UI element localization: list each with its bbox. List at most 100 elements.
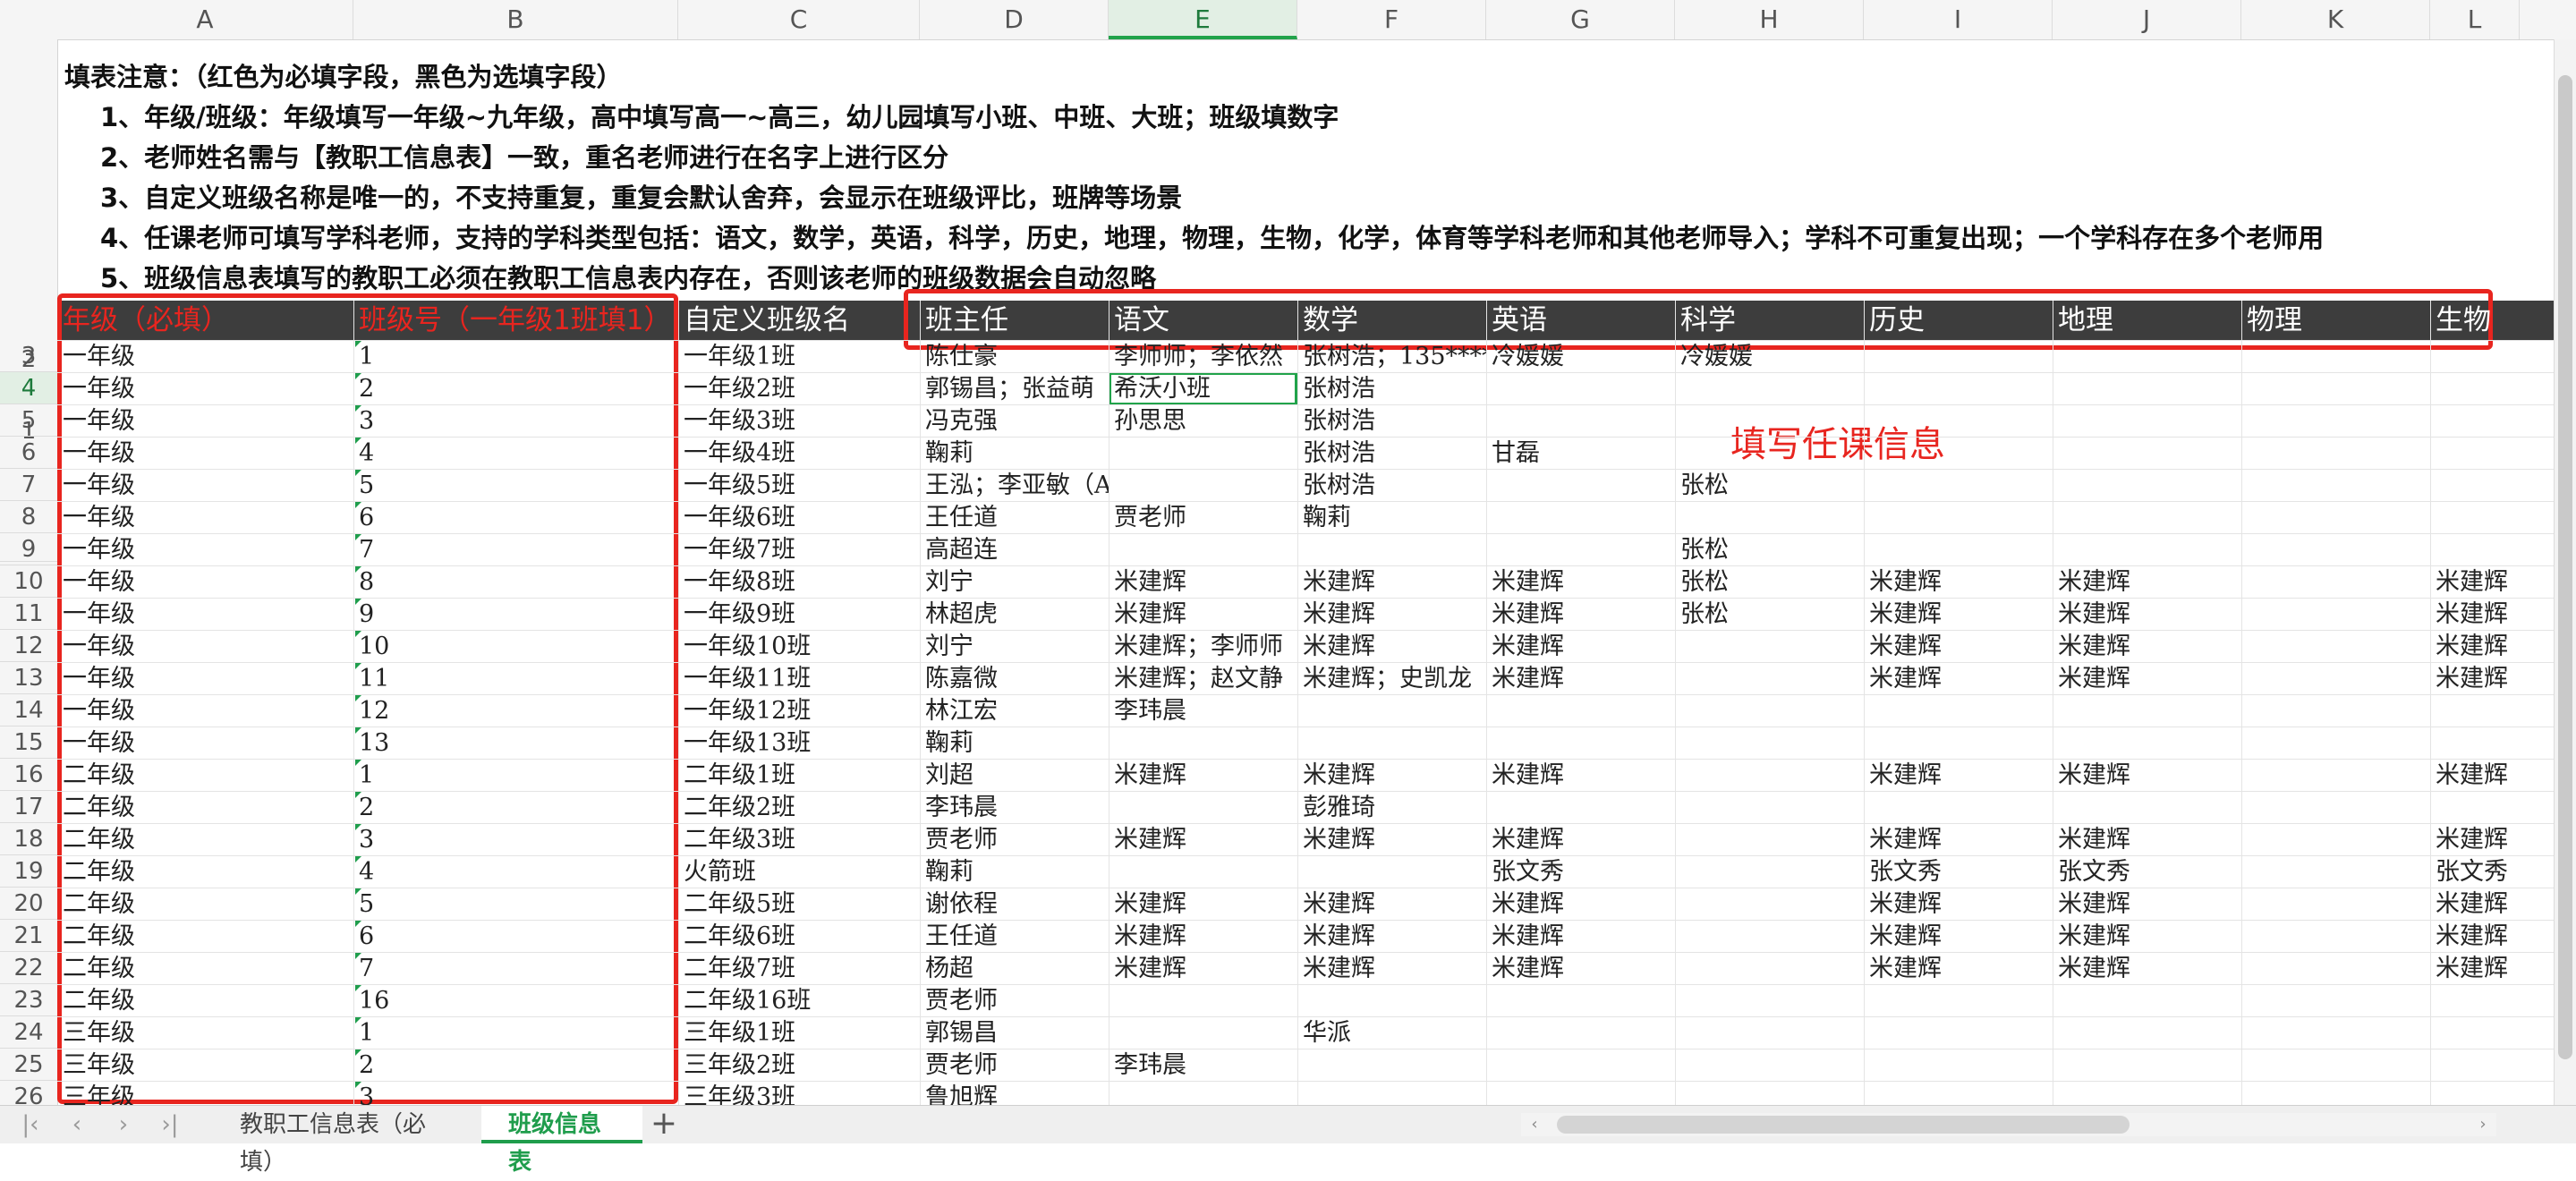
column-header-c[interactable]: C (678, 0, 920, 39)
cell-i15[interactable] (1864, 726, 2053, 759)
cell-j3[interactable] (2053, 340, 2241, 372)
cell-f22[interactable]: 米建辉 (1297, 952, 1486, 984)
cell-j21[interactable]: 米建辉 (2053, 920, 2241, 952)
cell-l12[interactable]: 米建辉 (2430, 630, 2520, 662)
vertical-scrollbar[interactable] (2554, 39, 2576, 1105)
cell-h8[interactable] (1675, 501, 1864, 533)
cell-l15[interactable] (2430, 726, 2520, 759)
cell-c22[interactable]: 二年级7班 (678, 952, 920, 984)
cell-a20[interactable]: 二年级 (57, 888, 353, 920)
cell-e17[interactable] (1109, 791, 1297, 823)
cell-b25[interactable]: 2 (353, 1049, 678, 1081)
cell-l22[interactable]: 米建辉 (2430, 952, 2520, 984)
cell-i25[interactable] (1864, 1049, 2053, 1081)
cell-f18[interactable]: 米建辉 (1297, 823, 1486, 855)
cell-k19[interactable] (2241, 855, 2430, 888)
cell-c14[interactable]: 一年级12班 (678, 694, 920, 726)
cell-b20[interactable]: 5 (353, 888, 678, 920)
cell-j20[interactable]: 米建辉 (2053, 888, 2241, 920)
cell-b10[interactable]: 8 (353, 565, 678, 598)
cell-l13[interactable]: 米建辉 (2430, 662, 2520, 694)
cell-c15[interactable]: 一年级13班 (678, 726, 920, 759)
cell-b17[interactable]: 2 (353, 791, 678, 823)
cell-f12[interactable]: 米建辉 (1297, 630, 1486, 662)
cell-j22[interactable]: 米建辉 (2053, 952, 2241, 984)
cell-h6[interactable] (1675, 437, 1864, 469)
cell-d26[interactable]: 鲁旭辉 (920, 1081, 1109, 1105)
cell-e13[interactable]: 米建辉；赵文静 (1109, 662, 1297, 694)
header-cell[interactable]: 科学 (1675, 301, 1864, 340)
cell-e23[interactable] (1109, 984, 1297, 1016)
cell-j23[interactable] (2053, 984, 2241, 1016)
cell-f15[interactable] (1297, 726, 1486, 759)
row-header-20[interactable]: 20 (0, 888, 57, 920)
cell-c13[interactable]: 一年级11班 (678, 662, 920, 694)
cell-l11[interactable]: 米建辉 (2430, 598, 2520, 630)
cell-a7[interactable]: 一年级 (57, 469, 353, 501)
cell-i3[interactable] (1864, 340, 2053, 372)
cell-e9[interactable] (1109, 533, 1297, 565)
cell-d12[interactable]: 刘宁 (920, 630, 1109, 662)
cell-b4[interactable]: 2 (353, 372, 678, 404)
cell-f16[interactable]: 米建辉 (1297, 759, 1486, 791)
row-header-25[interactable]: 25 (0, 1049, 57, 1081)
cell-k24[interactable] (2241, 1016, 2430, 1049)
cell-e19[interactable] (1109, 855, 1297, 888)
horizontal-scroll-thumb[interactable] (1557, 1116, 2130, 1134)
cell-i10[interactable]: 米建辉 (1864, 565, 2053, 598)
cell-k4[interactable] (2241, 372, 2430, 404)
cell-f10[interactable]: 米建辉 (1297, 565, 1486, 598)
cell-f5[interactable]: 张树浩 (1297, 404, 1486, 437)
cell-k23[interactable] (2241, 984, 2430, 1016)
cell-b7[interactable]: 5 (353, 469, 678, 501)
cell-h17[interactable] (1675, 791, 1864, 823)
cell-i17[interactable] (1864, 791, 2053, 823)
cell-k17[interactable] (2241, 791, 2430, 823)
cell-j25[interactable] (2053, 1049, 2241, 1081)
cell-a24[interactable]: 三年级 (57, 1016, 353, 1049)
cell-l19[interactable]: 张文秀 (2430, 855, 2520, 888)
cell-e21[interactable]: 米建辉 (1109, 920, 1297, 952)
cell-k8[interactable] (2241, 501, 2430, 533)
cell-f21[interactable]: 米建辉 (1297, 920, 1486, 952)
cell-b11[interactable]: 9 (353, 598, 678, 630)
cell-i14[interactable] (1864, 694, 2053, 726)
cell-c10[interactable]: 一年级8班 (678, 565, 920, 598)
cell-f4[interactable]: 张树浩 (1297, 372, 1486, 404)
cell-h9[interactable]: 张松 (1675, 533, 1864, 565)
cell-c21[interactable]: 二年级6班 (678, 920, 920, 952)
cell-a13[interactable]: 一年级 (57, 662, 353, 694)
cell-h20[interactable] (1675, 888, 1864, 920)
cell-i18[interactable]: 米建辉 (1864, 823, 2053, 855)
cell-l17[interactable] (2430, 791, 2520, 823)
cell-g25[interactable] (1486, 1049, 1675, 1081)
cell-i20[interactable]: 米建辉 (1864, 888, 2053, 920)
cell-a8[interactable]: 一年级 (57, 501, 353, 533)
cell-a18[interactable]: 二年级 (57, 823, 353, 855)
cell-e20[interactable]: 米建辉 (1109, 888, 1297, 920)
row-header-6[interactable]: 6 (0, 437, 57, 469)
cell-h25[interactable] (1675, 1049, 1864, 1081)
cell-c6[interactable]: 一年级4班 (678, 437, 920, 469)
cell-a11[interactable]: 一年级 (57, 598, 353, 630)
cell-l26[interactable] (2430, 1081, 2520, 1105)
row-header-18[interactable]: 18 (0, 823, 57, 855)
cell-k16[interactable] (2241, 759, 2430, 791)
row-header-10[interactable]: 10 (0, 565, 57, 598)
cell-l14[interactable] (2430, 694, 2520, 726)
cell-l21[interactable]: 米建辉 (2430, 920, 2520, 952)
cell-d4[interactable]: 郭锡昌；张益萌 (920, 372, 1109, 404)
cell-l4[interactable] (2430, 372, 2520, 404)
cell-g3[interactable]: 冷媛媛 (1486, 340, 1675, 372)
cell-j19[interactable]: 张文秀 (2053, 855, 2241, 888)
cell-j9[interactable] (2053, 533, 2241, 565)
cell-b5[interactable]: 3 (353, 404, 678, 437)
column-header-j[interactable]: J (2053, 0, 2241, 39)
cell-d11[interactable]: 林超虎 (920, 598, 1109, 630)
cell-j18[interactable]: 米建辉 (2053, 823, 2241, 855)
cell-g21[interactable]: 米建辉 (1486, 920, 1675, 952)
cell-b19[interactable]: 4 (353, 855, 678, 888)
cell-c19[interactable]: 火箭班 (678, 855, 920, 888)
cell-h7[interactable]: 张松 (1675, 469, 1864, 501)
row-header-13[interactable]: 13 (0, 662, 57, 694)
